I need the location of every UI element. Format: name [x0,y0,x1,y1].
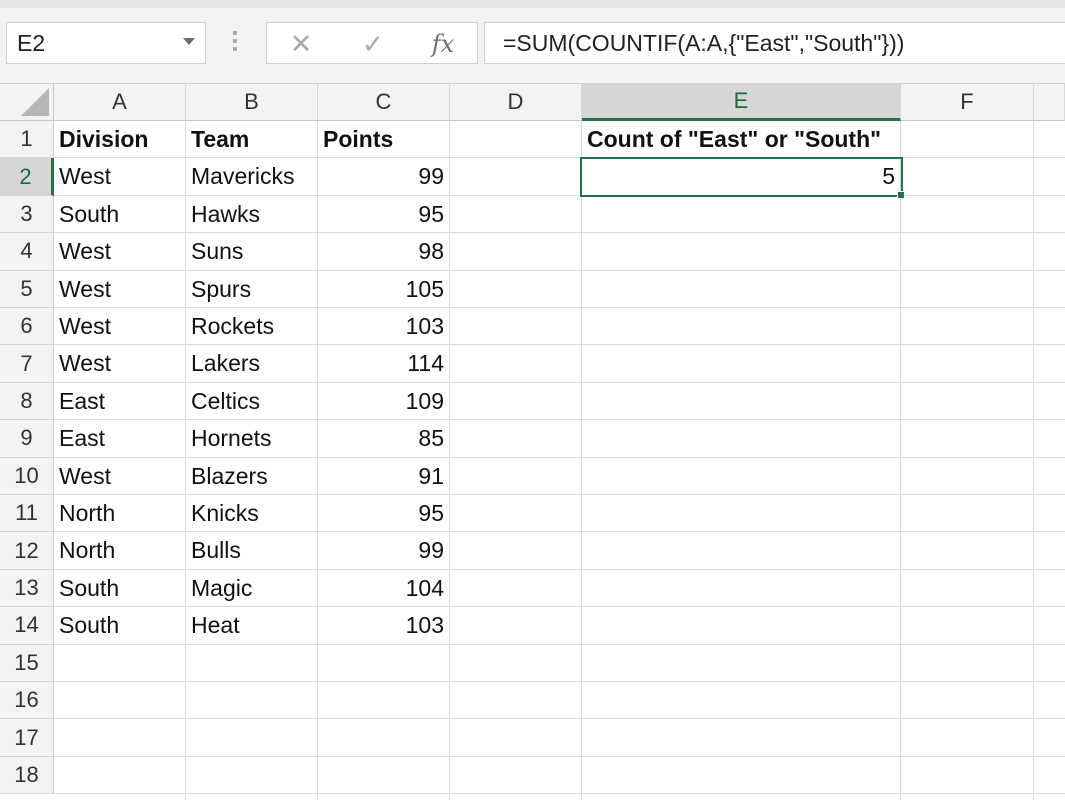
column-header-g[interactable] [1034,84,1065,121]
team-cell[interactable]: Hawks [186,196,318,233]
points-cell[interactable]: 99 [318,158,450,195]
gridline-vertical [581,121,582,800]
drag-handle-icon[interactable] [233,31,239,55]
row-header-15[interactable]: 15 [0,644,54,682]
row-header-9[interactable]: 9 [0,420,54,458]
formula-buttons: ✕ ✓ fx [266,22,478,64]
points-cell[interactable]: 85 [318,420,450,457]
points-cell[interactable]: 99 [318,532,450,569]
result-header-cell[interactable]: Count of "East" or "South" [582,121,901,158]
team-cell[interactable]: Lakers [186,345,318,382]
close-icon[interactable]: ✕ [283,27,319,61]
name-box[interactable]: E2 [6,22,206,64]
select-all-icon[interactable] [21,88,49,116]
name-box-value[interactable]: E2 [17,30,45,57]
column-header-b[interactable]: B [186,84,318,121]
team-cell[interactable]: Hornets [186,420,318,457]
fill-handle[interactable] [897,191,905,199]
division-cell[interactable]: North [54,532,186,569]
team-cell[interactable]: Bulls [186,532,318,569]
row-header-1[interactable]: 1 [0,121,54,159]
division-cell[interactable]: West [54,345,186,382]
header-cell-team[interactable]: Team [186,121,318,158]
points-cell[interactable]: 91 [318,458,450,495]
points-cell[interactable]: 109 [318,383,450,420]
gridline-horizontal [54,755,1065,757]
row-header-6[interactable]: 6 [0,308,54,346]
points-cell[interactable]: 103 [318,607,450,644]
team-cell[interactable]: Mavericks [186,158,318,195]
division-cell[interactable]: East [54,383,186,420]
header-cell-points[interactable]: Points [318,121,450,158]
gridline-vertical [900,121,901,800]
row-header-18[interactable]: 18 [0,756,54,795]
gridline-horizontal [54,681,1065,682]
select-all-button[interactable] [0,84,54,121]
division-cell[interactable]: West [54,308,186,345]
points-cell[interactable]: 114 [318,345,450,382]
team-cell[interactable]: Spurs [186,271,318,308]
points-cell[interactable]: 95 [318,495,450,532]
team-cell[interactable]: Magic [186,570,318,607]
gridline-horizontal [54,718,1065,720]
division-cell[interactable]: South [54,196,186,233]
column-header-d[interactable]: D [450,84,582,121]
row-header-4[interactable]: 4 [0,233,54,271]
team-cell[interactable]: Suns [186,233,318,270]
fx-icon[interactable]: fx [425,27,461,61]
row-header-5[interactable]: 5 [0,270,54,308]
team-cell[interactable]: Heat [186,607,318,644]
column-header-a[interactable]: A [54,84,186,121]
column-header-e[interactable]: E [582,84,901,121]
points-cell[interactable]: 105 [318,271,450,308]
row-header-7[interactable]: 7 [0,345,54,383]
formula-input[interactable]: =SUM(COUNTIF(A:A,{"East","South"})) [484,22,1065,64]
points-cell[interactable]: 103 [318,308,450,345]
header-cell-division[interactable]: Division [54,121,186,158]
row-header-13[interactable]: 13 [0,569,54,608]
row-header-10[interactable]: 10 [0,457,54,495]
ribbon-edge [0,0,1065,8]
division-cell[interactable]: North [54,495,186,532]
row-header-8[interactable]: 8 [0,382,54,421]
chevron-down-icon[interactable] [183,38,195,45]
division-cell[interactable]: West [54,158,186,195]
row-header-17[interactable]: 17 [0,719,54,757]
row-header-11[interactable]: 11 [0,495,54,533]
formula-text[interactable]: =SUM(COUNTIF(A:A,{"East","South"})) [503,30,904,57]
gridline-vertical [1033,121,1034,800]
points-cell[interactable]: 98 [318,233,450,270]
active-cell-border[interactable] [580,157,903,197]
row-header-3[interactable]: 3 [0,195,54,234]
division-cell[interactable]: West [54,458,186,495]
division-cell[interactable]: East [54,420,186,457]
team-cell[interactable]: Knicks [186,495,318,532]
gridline-horizontal [54,793,1065,795]
column-header-c[interactable]: C [318,84,450,121]
division-cell[interactable]: South [54,607,186,644]
division-cell[interactable]: West [54,271,186,308]
division-cell[interactable]: West [54,233,186,270]
points-cell[interactable]: 104 [318,570,450,607]
points-cell[interactable]: 95 [318,196,450,233]
row-header-16[interactable]: 16 [0,682,54,720]
checkmark-icon[interactable]: ✓ [355,27,391,61]
division-cell[interactable]: South [54,570,186,607]
row-header-12[interactable]: 12 [0,532,54,570]
row-header-14[interactable]: 14 [0,607,54,645]
column-header-f[interactable]: F [901,84,1034,121]
team-cell[interactable]: Celtics [186,383,318,420]
row-header-2[interactable]: 2 [0,158,54,196]
team-cell[interactable]: Rockets [186,308,318,345]
team-cell[interactable]: Blazers [186,458,318,495]
formula-toolbar: E2 ✕ ✓ fx =SUM(COUNTIF(A:A,{"East","Sout… [0,0,1065,84]
